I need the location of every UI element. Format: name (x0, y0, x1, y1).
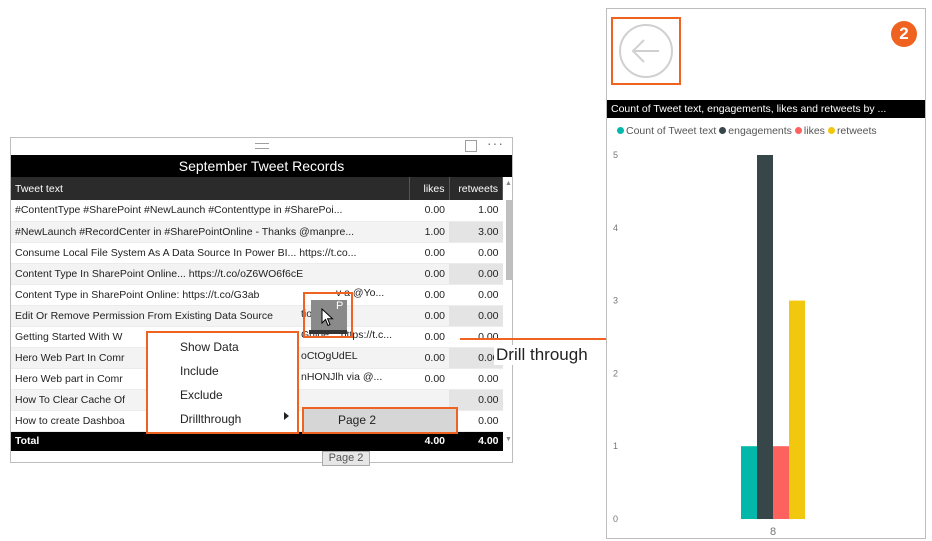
total-row: Total 4.00 4.00 (11, 431, 503, 451)
table-row[interactable]: Content Type in SharePoint Online: https… (11, 284, 503, 306)
row-text-fragment: nHONJlh via @... (301, 371, 383, 383)
legend-label: engagements (728, 125, 792, 137)
legend-dot-icon (794, 127, 802, 134)
menu-item-exclude[interactable]: Exclude (180, 388, 223, 402)
legend-label: Count of Tweet text (626, 125, 717, 137)
drillthrough-page2-item[interactable]: Page 2 (302, 407, 458, 434)
legend-item[interactable]: likes (794, 125, 825, 137)
bar-likes[interactable] (773, 446, 789, 519)
drill-through-label: Drill through (494, 345, 590, 365)
legend-label: likes (803, 125, 825, 137)
table-row[interactable]: #NewLaunch #RecordCenter in #SharePointO… (11, 221, 503, 243)
cell-tweet-text[interactable]: #ContentType #SharePoint #NewLaunch #Con… (11, 200, 409, 222)
cell-retweets[interactable]: 0.00 (449, 242, 503, 264)
cell-likes[interactable]: 0.00 (409, 242, 449, 264)
chart-title: Count of Tweet text, engagements, likes … (607, 100, 925, 118)
y-tick-label: 4 (613, 223, 618, 233)
drag-grip-icon[interactable] (255, 143, 269, 149)
page2-tooltip: Page 2 (322, 451, 370, 466)
cell-likes[interactable]: 0.00 (409, 200, 449, 222)
more-options-icon[interactable]: ··· (487, 135, 504, 151)
y-tick-label: 5 (613, 150, 618, 160)
cell-retweets[interactable]: 0.00 (449, 368, 503, 390)
menu-item-show-data[interactable]: Show Data (180, 340, 239, 354)
table-row[interactable]: Consume Local File System As A Data Sour… (11, 242, 503, 264)
cell-retweets[interactable]: 0.00 (449, 263, 503, 285)
legend-label: retweets (836, 125, 877, 137)
column-header-retweets[interactable]: retweets (449, 177, 503, 200)
legend-item[interactable]: engagements (719, 125, 792, 137)
back-button[interactable] (613, 19, 679, 83)
chart-legend: Count of Tweet text engagements likes retwe… (617, 125, 880, 137)
cell-retweets[interactable]: 0.00 (449, 305, 503, 327)
cell-likes[interactable]: 0.00 (409, 284, 449, 306)
step-2-badge: 2 (891, 21, 917, 47)
cell-underline (309, 330, 347, 334)
right-clicked-cell-highlight: P (303, 292, 353, 338)
scroll-up-icon[interactable]: ▲ (505, 180, 512, 187)
legend-dot-icon (719, 127, 727, 134)
y-tick-label: 3 (613, 296, 618, 306)
table-row[interactable]: Content Type In SharePoint Online... htt… (11, 263, 503, 285)
legend-dot-icon (617, 127, 624, 134)
cell-likes[interactable]: 0.00 (409, 263, 449, 285)
table-row[interactable]: #ContentType #SharePoint #NewLaunch #Con… (11, 200, 503, 222)
table-title: September Tweet Records (11, 155, 512, 177)
cell-likes[interactable]: 0.00 (409, 326, 449, 348)
total-retweets: 4.00 (449, 431, 503, 451)
cell-retweets[interactable]: 0.00 (449, 284, 503, 306)
submenu-arrow-icon (284, 412, 289, 420)
back-button-highlight (611, 17, 681, 85)
cell-likes[interactable]: 1.00 (409, 221, 449, 243)
bar-engagements[interactable] (757, 155, 773, 519)
focus-mode-icon[interactable] (465, 140, 477, 152)
visual-header: ··· (11, 135, 512, 155)
column-header-tweet-text[interactable]: Tweet text (11, 177, 410, 200)
total-label: Total (11, 431, 409, 451)
cell-likes[interactable]: 0.00 (409, 368, 449, 390)
y-tick-label: 1 (613, 441, 618, 451)
cell-tweet-text[interactable]: Content Type In SharePoint Online... htt… (11, 263, 409, 285)
total-likes: 4.00 (409, 431, 449, 451)
y-tick-label: 0 (613, 514, 618, 524)
cell-tweet-text[interactable]: #NewLaunch #RecordCenter in #SharePointO… (11, 221, 409, 243)
scroll-down-icon[interactable]: ▼ (505, 436, 512, 443)
cell-tweet-text[interactable]: Consume Local File System As A Data Sour… (11, 242, 409, 264)
row-text-fragment: oCtOgUdEL (301, 350, 358, 362)
y-tick-label: 2 (613, 368, 618, 378)
scrollbar-thumb[interactable] (506, 200, 512, 280)
drillthrough-report-page: 2 Count of Tweet text, engagements, like… (606, 8, 926, 539)
table-row[interactable]: Edit Or Remove Permission From Existing … (11, 305, 503, 327)
cell-retweets[interactable]: 3.00 (449, 221, 503, 243)
bar-retweets[interactable] (789, 300, 805, 519)
context-menu: Show Data Include Exclude Drillthrough (146, 331, 299, 434)
table-scrollbar[interactable]: ▲ ▼ (505, 178, 513, 446)
cell-likes[interactable]: 0.00 (409, 305, 449, 327)
clustered-column-chart: 0 1 2 3 4 5 8 (613, 150, 805, 538)
column-header-likes[interactable]: likes (409, 177, 450, 200)
x-tick-label: 8 (770, 526, 776, 538)
legend-dot-icon (827, 127, 835, 134)
bar-count-of-tweet-text[interactable] (741, 446, 757, 519)
menu-item-include[interactable]: Include (180, 364, 219, 378)
mouse-pointer-icon (321, 308, 334, 327)
legend-item[interactable]: retweets (827, 125, 877, 137)
cell-retweets[interactable]: 1.00 (449, 200, 503, 222)
cell-text-fragment: P (336, 300, 344, 312)
cell-likes[interactable]: 0.00 (409, 347, 449, 369)
menu-item-drillthrough[interactable]: Drillthrough (180, 412, 241, 426)
legend-item[interactable]: Count of Tweet text (617, 125, 716, 137)
